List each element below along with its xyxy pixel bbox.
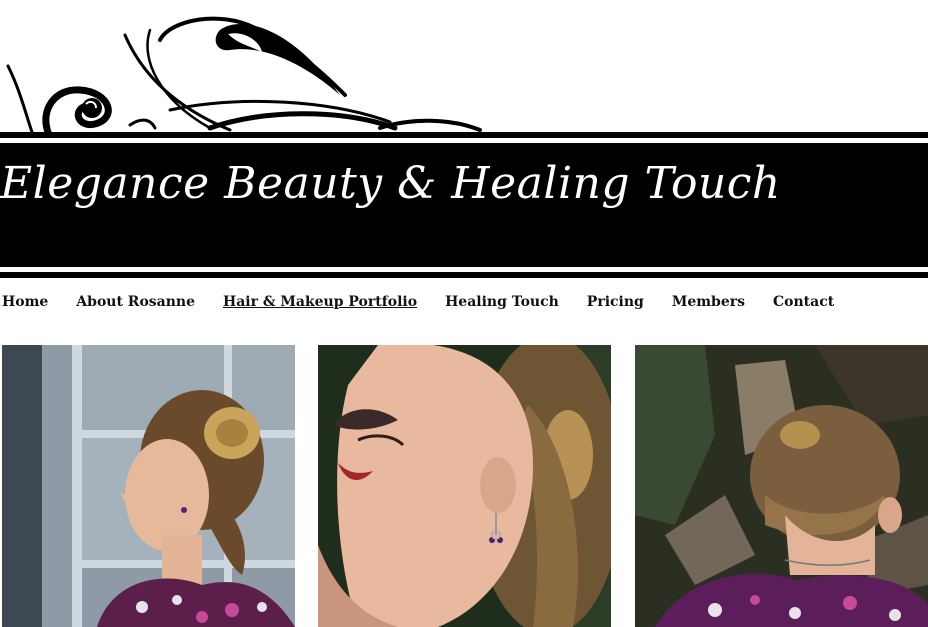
nav-pricing[interactable]: Pricing (587, 294, 644, 310)
nav-home[interactable]: Home (2, 294, 48, 310)
portfolio-photo-3[interactable] (635, 345, 928, 627)
photo-1-image (2, 345, 295, 627)
site-title: Elegance Beauty & Healing Touch (0, 158, 781, 209)
nav-healing-touch[interactable]: Healing Touch (445, 294, 559, 310)
header-bottom-rule (0, 272, 928, 278)
photo-2-image (318, 345, 611, 627)
header-flourish-ornament (6, 16, 482, 136)
photo-3-image (635, 345, 928, 627)
nav-members[interactable]: Members (672, 294, 745, 310)
header-top-rule (0, 132, 928, 138)
nav-hair-makeup-portfolio[interactable]: Hair & Makeup Portfolio (223, 294, 417, 310)
main-nav: Home About Rosanne Hair & Makeup Portfol… (2, 294, 862, 310)
nav-about-rosanne[interactable]: About Rosanne (76, 294, 195, 310)
nav-contact[interactable]: Contact (773, 294, 834, 310)
portfolio-photo-1[interactable] (2, 345, 295, 627)
portfolio-photo-2[interactable] (318, 345, 611, 627)
